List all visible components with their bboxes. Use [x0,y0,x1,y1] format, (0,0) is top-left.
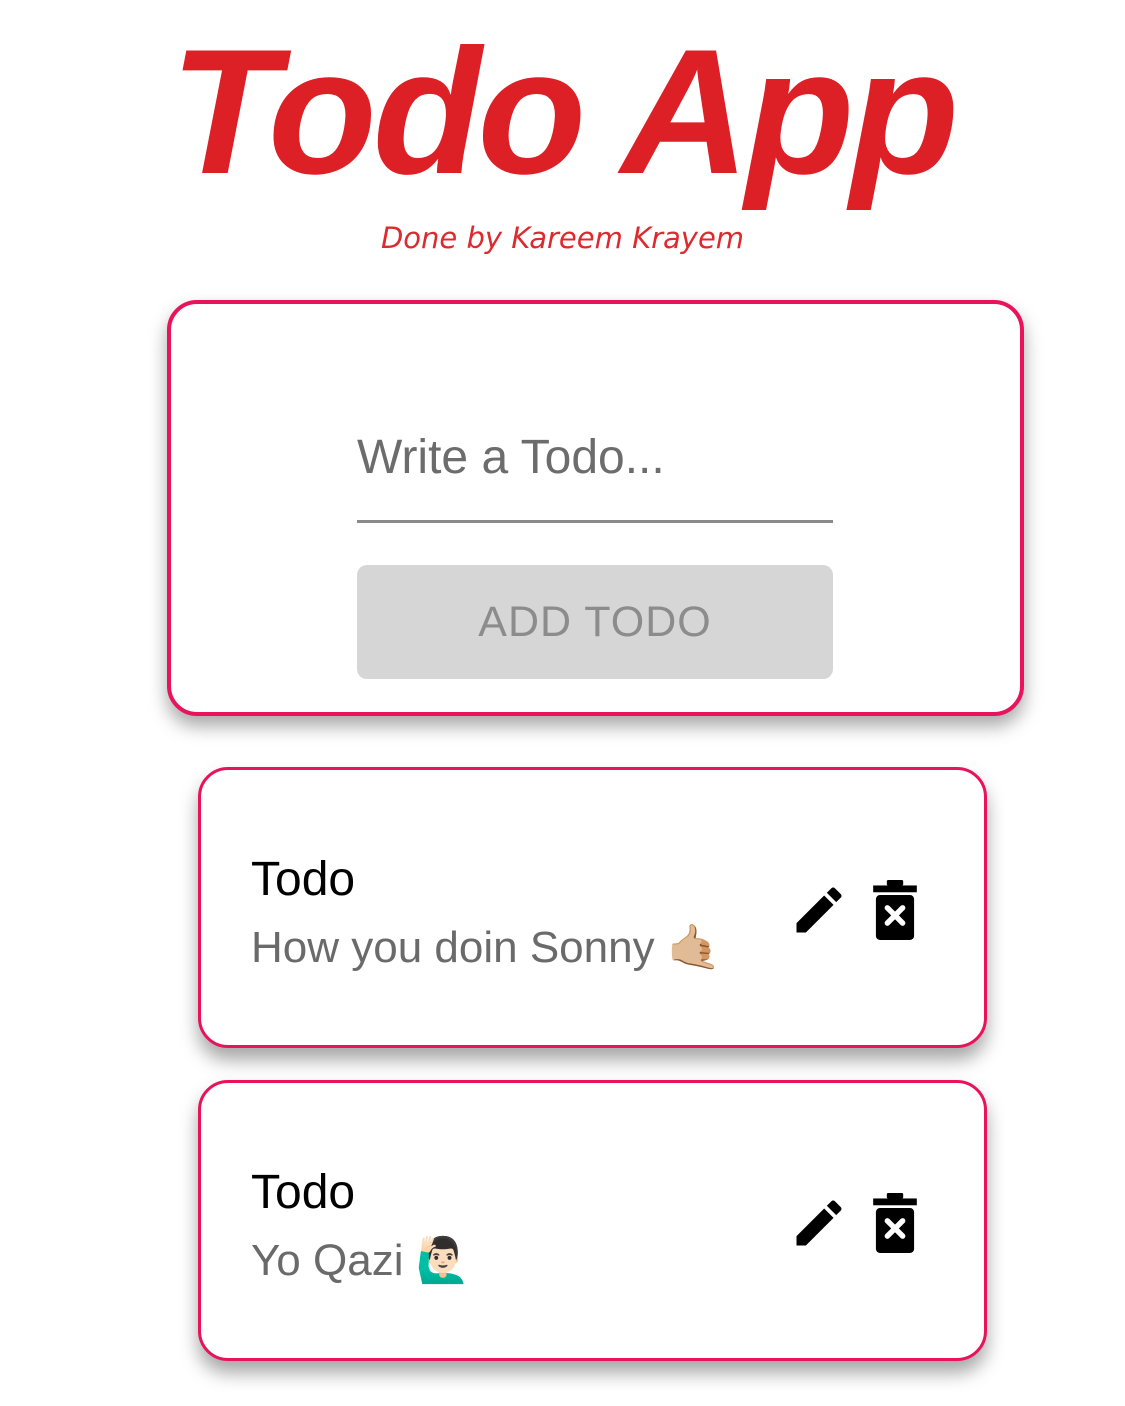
todo-item: Todo How you doin Sonny 🤙🏼 [198,767,987,1048]
todo-item-text: How you doin Sonny 🤙🏼 [251,923,722,972]
pencil-icon[interactable] [789,1193,849,1253]
todo-item-text: Yo Qazi 🙋🏻‍♂️ [251,1236,471,1285]
todo-input[interactable] [357,394,833,523]
app-subtitle: Done by Kareem Krayem [380,221,745,255]
trash-x-icon[interactable] [873,880,917,940]
add-todo-button[interactable]: ADD TODO [357,565,833,679]
todo-item-label: Todo [251,853,356,906]
app-title: Todo App [169,12,959,211]
trash-x-icon[interactable] [873,1193,917,1253]
add-todo-form: ADD TODO [167,300,1024,716]
todo-item-label: Todo [251,1166,356,1219]
todo-item: Todo Yo Qazi 🙋🏻‍♂️ [198,1080,987,1361]
pencil-icon[interactable] [789,880,849,940]
